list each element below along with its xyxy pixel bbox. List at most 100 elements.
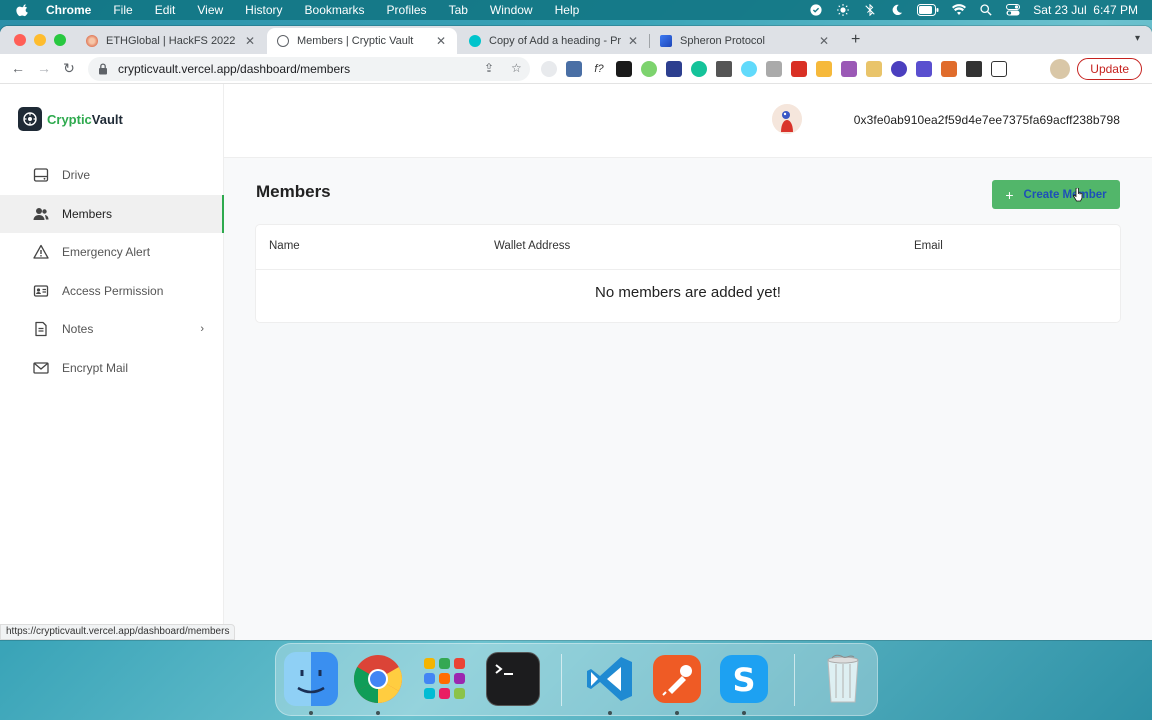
globe-favicon-icon: [277, 35, 289, 47]
close-tab-icon[interactable]: ✕: [435, 34, 447, 48]
profile-avatar-icon[interactable]: [1050, 59, 1070, 79]
zoom-window-button[interactable]: [54, 34, 66, 46]
menu-edit[interactable]: Edit: [155, 3, 176, 17]
menu-file[interactable]: File: [113, 3, 132, 17]
user-avatar-icon: [772, 104, 802, 134]
finder-icon[interactable]: [284, 652, 338, 706]
fox-extension-icon[interactable]: [941, 61, 957, 77]
menubar-datetime[interactable]: Sat 23 Jul 6:47 PM: [1033, 3, 1138, 17]
tab-ethglobal[interactable]: ETHGlobal | HackFS 2022 ✕: [76, 28, 266, 54]
puzzle-extensions-icon[interactable]: [966, 61, 982, 77]
close-tab-icon[interactable]: ✕: [627, 34, 639, 48]
screenshot-extension-icon[interactable]: [566, 61, 582, 77]
column-header-wallet-address[interactable]: Wallet Address: [494, 240, 570, 252]
url-text[interactable]: crypticvault.vercel.app/dashboard/member…: [118, 62, 350, 76]
new-tab-button[interactable]: +: [851, 31, 860, 49]
green-extension-icon[interactable]: [641, 61, 657, 77]
close-window-button[interactable]: [14, 34, 26, 46]
sidebar-item-notes[interactable]: Notes ›: [0, 310, 224, 349]
menu-history[interactable]: History: [245, 3, 282, 17]
menu-help[interactable]: Help: [555, 3, 580, 17]
lock-icon[interactable]: [98, 63, 108, 75]
grammarly-extension-icon[interactable]: [691, 61, 707, 77]
trash-icon[interactable]: [816, 652, 870, 706]
close-tab-icon[interactable]: ✕: [818, 34, 830, 48]
yellow-extension-icon[interactable]: [816, 61, 832, 77]
menu-window[interactable]: Window: [490, 3, 533, 17]
terminal-icon[interactable]: [486, 652, 540, 706]
logo-text-vault: Vault: [91, 111, 123, 127]
web-page: CrypticVault Drive Members Emergency Ale…: [0, 84, 1152, 640]
pen-extension-icon[interactable]: [841, 61, 857, 77]
tab-search-chevron-icon[interactable]: ▾: [1135, 33, 1140, 44]
skype-icon[interactable]: S: [717, 652, 771, 706]
main-content: Members + Create Member Name Wallet Addr…: [224, 158, 1152, 640]
menu-chrome[interactable]: Chrome: [46, 3, 91, 17]
empty-state-message: No members are added yet!: [595, 284, 781, 301]
tab-strip: ETHGlobal | HackFS 2022 ✕ Members | Cryp…: [0, 26, 1152, 54]
shield-extension-icon[interactable]: [916, 61, 932, 77]
translate-extension-icon[interactable]: [541, 61, 557, 77]
side-panel-icon[interactable]: [991, 61, 1007, 77]
battery-icon[interactable]: [917, 4, 939, 16]
plus-icon: +: [1005, 186, 1014, 203]
reload-button[interactable]: ↻: [61, 60, 77, 76]
control-center-icon[interactable]: [1006, 4, 1021, 16]
tab-spheron[interactable]: Spheron Protocol ✕: [650, 28, 840, 54]
sidebar-item-label: Notes: [62, 322, 94, 337]
sidebar-item-members[interactable]: Members: [0, 194, 224, 233]
eyedropper-extension-icon[interactable]: [716, 61, 732, 77]
function-extension-icon[interactable]: f?: [591, 61, 607, 77]
forward-button[interactable]: →: [36, 60, 52, 76]
table-header: Name Wallet Address Email: [256, 225, 1120, 270]
create-member-button[interactable]: + Create Member: [992, 180, 1120, 209]
moon-icon[interactable]: [890, 4, 904, 16]
postman-icon[interactable]: [650, 652, 704, 706]
share-icon[interactable]: ⇪: [484, 61, 494, 75]
brightness-icon[interactable]: [836, 4, 850, 16]
tab-members-cryptic-vault[interactable]: Members | Cryptic Vault ✕: [267, 28, 457, 54]
vscode-icon[interactable]: [583, 652, 637, 706]
wallet-address[interactable]: 0x3fe0ab910ea2f59d4e7ee7375fa69acff238b7…: [854, 113, 1120, 127]
sidebar-item-access-permission[interactable]: Access Permission: [0, 272, 224, 311]
avatar[interactable]: [772, 104, 802, 134]
create-member-label: Create Member: [1023, 188, 1107, 201]
metamask-like-extension-icon[interactable]: [666, 61, 682, 77]
x-extension-icon[interactable]: [616, 61, 632, 77]
chevron-right-icon[interactable]: ›: [200, 323, 204, 335]
red-extension-icon[interactable]: [791, 61, 807, 77]
sidebar-item-drive[interactable]: Drive: [0, 156, 224, 195]
back-button[interactable]: ←: [10, 60, 26, 76]
apple-icon[interactable]: [16, 3, 30, 17]
sidebar-item-encrypt-mail[interactable]: Encrypt Mail: [0, 349, 224, 388]
search-icon[interactable]: [979, 4, 993, 16]
sidebar-item-emergency-alert[interactable]: Emergency Alert: [0, 233, 224, 272]
checkmark-icon[interactable]: [809, 4, 823, 16]
chrome-icon[interactable]: [351, 652, 405, 706]
address-bar[interactable]: crypticvault.vercel.app/dashboard/member…: [88, 57, 530, 81]
dock: S: [275, 643, 878, 716]
access-icon: [33, 285, 49, 297]
dock-separator: [794, 654, 795, 706]
menu-tab[interactable]: Tab: [449, 3, 468, 17]
tab-canva[interactable]: Copy of Add a heading - Prese ✕: [459, 28, 649, 54]
bookmark-star-icon[interactable]: ☆: [511, 61, 522, 75]
menu-bookmarks[interactable]: Bookmarks: [305, 3, 365, 17]
update-button[interactable]: Update: [1077, 58, 1142, 80]
purple-extension-icon[interactable]: [891, 61, 907, 77]
close-tab-icon[interactable]: ✕: [244, 34, 256, 48]
minimize-window-button[interactable]: [34, 34, 46, 46]
sidebar-item-label: Emergency Alert: [62, 245, 151, 260]
menu-profiles[interactable]: Profiles: [387, 3, 427, 17]
camera-extension-icon[interactable]: [766, 61, 782, 77]
launchpad-icon[interactable]: [418, 652, 472, 706]
highlighter-extension-icon[interactable]: [866, 61, 882, 77]
react-devtools-extension-icon[interactable]: [741, 61, 757, 77]
browser-window: ETHGlobal | HackFS 2022 ✕ Members | Cryp…: [0, 26, 1152, 640]
column-header-email[interactable]: Email: [914, 240, 943, 252]
column-header-name[interactable]: Name: [269, 240, 300, 252]
app-logo[interactable]: CrypticVault: [18, 107, 123, 131]
wifi-icon[interactable]: [952, 4, 967, 16]
bluetooth-off-icon[interactable]: [863, 4, 877, 16]
menu-view[interactable]: View: [197, 3, 223, 17]
